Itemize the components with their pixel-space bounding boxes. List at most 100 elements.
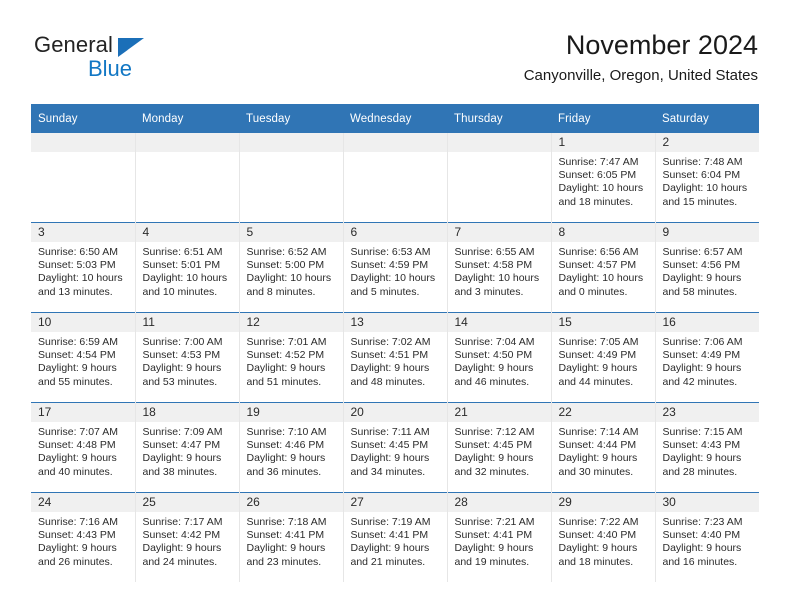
daylight-text-line1: Daylight: 9 hours [350,542,430,555]
day-cell: 30 Sunrise: 7:23 AM Sunset: 4:40 PM Dayligh… [655,493,759,582]
calendar-cell-day[interactable]: 19 Sunrise: 7:10 AM Sunset: 4:46 PM Dayligh… [239,402,344,493]
daylight-text-line2: and 18 minutes. [558,555,634,568]
day-number: 28 [447,493,551,512]
calendar-cell-day[interactable]: 14 Sunrise: 7:04 AM Sunset: 4:50 PM Dayligh… [447,312,552,403]
calendar-cell-day[interactable]: 24 Sunrise: 7:16 AM Sunset: 4:43 PM Dayligh… [31,492,136,582]
sunset-text: Sunset: 4:52 PM [246,349,325,362]
calendar-cell-day[interactable]: 27 Sunrise: 7:19 AM Sunset: 4:41 PM Dayligh… [343,492,448,582]
daylight-text-line2: and 32 minutes. [454,465,530,478]
calendar-cell-day[interactable]: 26 Sunrise: 7:18 AM Sunset: 4:41 PM Dayligh… [239,492,344,582]
calendar-cell-day[interactable]: 8 Sunrise: 6:56 AM Sunset: 4:57 PM Daylight… [551,222,656,313]
page-header: General Blue November 2024 Canyonville, … [0,0,792,100]
calendar-cell-day[interactable]: 12 Sunrise: 7:01 AM Sunset: 4:52 PM Dayligh… [239,312,344,403]
day-cell: 6 Sunrise: 6:53 AM Sunset: 4:59 PM Daylight… [343,223,447,312]
daylight-text-line1: Daylight: 9 hours [38,542,117,555]
calendar-cell-day[interactable]: 30 Sunrise: 7:23 AM Sunset: 4:40 PM Dayligh… [655,492,759,582]
sun-info: Sunrise: 7:05 AM Sunset: 4:49 PM Daylight:… [552,332,655,389]
day-number: 22 [551,403,655,422]
daylight-text-line1: Daylight: 9 hours [142,542,222,555]
sun-info: Sunrise: 7:47 AM Sunset: 6:05 PM Daylight:… [552,152,655,209]
weekday-header-wednesday: Wednesday [343,104,447,133]
sunset-text: Sunset: 5:01 PM [142,259,221,272]
calendar-cell-day[interactable]: 13 Sunrise: 7:02 AM Sunset: 4:51 PM Dayligh… [343,312,448,403]
sunset-text: Sunset: 4:59 PM [350,259,429,272]
calendar-cell-day[interactable]: 7 Sunrise: 6:55 AM Sunset: 4:58 PM Daylight… [447,222,552,313]
daylight-text-line2: and 3 minutes. [454,285,524,298]
sunset-text: Sunset: 4:46 PM [246,439,325,452]
sunrise-text: Sunrise: 7:09 AM [142,426,223,438]
calendar-cell-day[interactable]: 17 Sunrise: 7:07 AM Sunset: 4:48 PM Dayligh… [31,402,136,493]
weekday-header-monday: Monday [135,104,239,133]
daylight-text-line2: and 53 minutes. [142,375,218,388]
calendar-cell-empty [135,133,240,223]
sun-info: Sunrise: 6:59 AM Sunset: 4:54 PM Daylight:… [31,332,135,389]
calendar-cell-day[interactable]: 28 Sunrise: 7:21 AM Sunset: 4:41 PM Dayligh… [447,492,552,582]
day-cell: 27 Sunrise: 7:19 AM Sunset: 4:41 PM Dayligh… [343,493,447,582]
calendar-cell-day[interactable]: 4 Sunrise: 6:51 AM Sunset: 5:01 PM Daylight… [135,222,240,313]
day-cell: 1 Sunrise: 7:47 AM Sunset: 6:05 PM Daylight… [551,133,655,222]
calendar-cell-day[interactable]: 22 Sunrise: 7:14 AM Sunset: 4:44 PM Dayligh… [551,402,656,493]
calendar-cell-day[interactable]: 10 Sunrise: 6:59 AM Sunset: 4:54 PM Dayligh… [31,312,136,403]
daylight-text-line2: and 26 minutes. [38,555,113,568]
calendar-cell-day[interactable]: 6 Sunrise: 6:53 AM Sunset: 4:59 PM Daylight… [343,222,448,313]
sunrise-text: Sunrise: 7:15 AM [662,426,743,438]
sunrise-text: Sunrise: 7:22 AM [558,516,639,528]
calendar-cell-day[interactable]: 3 Sunrise: 6:50 AM Sunset: 5:03 PM Daylight… [31,222,136,313]
daylight-text-line2: and 58 minutes. [662,285,738,298]
sun-info: Sunrise: 7:16 AM Sunset: 4:43 PM Daylight:… [31,512,135,569]
day-cell: 3 Sunrise: 6:50 AM Sunset: 5:03 PM Daylight… [31,223,135,312]
sunrise-text: Sunrise: 7:00 AM [142,336,223,348]
calendar-cell-day[interactable]: 20 Sunrise: 7:11 AM Sunset: 4:45 PM Dayligh… [343,402,448,493]
sun-info: Sunrise: 6:50 AM Sunset: 5:03 PM Daylight:… [31,242,135,299]
day-number: 10 [31,313,135,332]
sun-info: Sunrise: 6:56 AM Sunset: 4:57 PM Daylight:… [552,242,655,299]
calendar-cell-day[interactable]: 29 Sunrise: 7:22 AM Sunset: 4:40 PM Dayligh… [551,492,656,582]
weekday-header-thursday: Thursday [447,104,551,133]
daylight-text-line1: Daylight: 10 hours [662,182,748,195]
daylight-text-line1: Daylight: 9 hours [662,362,742,375]
daylight-text-line2: and 28 minutes. [662,465,738,478]
sunset-text: Sunset: 5:00 PM [246,259,325,272]
page-title: November 2024 [565,30,758,60]
sunrise-text: Sunrise: 7:23 AM [662,516,743,528]
sunset-text: Sunset: 4:43 PM [662,439,741,452]
calendar-cell-day[interactable]: 5 Sunrise: 6:52 AM Sunset: 5:00 PM Daylight… [239,222,344,313]
day-number: 30 [655,493,759,512]
daylight-text-line2: and 34 minutes. [350,465,426,478]
calendar-cell-day[interactable]: 2 Sunrise: 7:48 AM Sunset: 6:04 PM Daylight… [655,133,759,223]
calendar-cell-day[interactable]: 11 Sunrise: 7:00 AM Sunset: 4:53 PM Dayligh… [135,312,240,403]
sun-info: Sunrise: 7:12 AM Sunset: 4:45 PM Daylight:… [448,422,551,479]
day-cell: 10 Sunrise: 6:59 AM Sunset: 4:54 PM Dayligh… [31,313,135,402]
daylight-text-line1: Daylight: 10 hours [38,272,123,285]
general-blue-logo[interactable]: General Blue [34,33,224,85]
sun-info: Sunrise: 7:04 AM Sunset: 4:50 PM Daylight:… [448,332,551,389]
day-number: 29 [551,493,655,512]
calendar-cell-day[interactable]: 21 Sunrise: 7:12 AM Sunset: 4:45 PM Dayligh… [447,402,552,493]
daylight-text-line1: Daylight: 10 hours [350,272,436,285]
calendar-cell-empty [447,133,552,223]
day-cell: 26 Sunrise: 7:18 AM Sunset: 4:41 PM Dayligh… [239,493,343,582]
daylight-text-line1: Daylight: 9 hours [454,542,534,555]
calendar-cell-day[interactable]: 18 Sunrise: 7:09 AM Sunset: 4:47 PM Dayligh… [135,402,240,493]
sunrise-text: Sunrise: 6:50 AM [38,246,118,258]
day-number: 8 [551,223,655,242]
calendar-cell-day[interactable]: 15 Sunrise: 7:05 AM Sunset: 4:49 PM Dayligh… [551,312,656,403]
daylight-text-line2: and 36 minutes. [246,465,322,478]
day-cell [447,133,551,222]
day-cell: 25 Sunrise: 7:17 AM Sunset: 4:42 PM Dayligh… [135,493,239,582]
daylight-text-line1: Daylight: 9 hours [38,452,117,465]
sunrise-text: Sunrise: 7:07 AM [38,426,118,438]
calendar-cell-day[interactable]: 1 Sunrise: 7:47 AM Sunset: 6:05 PM Daylight… [551,133,656,223]
calendar-cell-day[interactable]: 23 Sunrise: 7:15 AM Sunset: 4:43 PM Dayligh… [655,402,759,493]
day-cell: 18 Sunrise: 7:09 AM Sunset: 4:47 PM Dayligh… [135,403,239,492]
daylight-text-line1: Daylight: 9 hours [662,542,742,555]
calendar-cell-day[interactable]: 9 Sunrise: 6:57 AM Sunset: 4:56 PM Daylight… [655,222,759,313]
calendar-cell-empty [239,133,344,223]
calendar-cell-day[interactable]: 25 Sunrise: 7:17 AM Sunset: 4:42 PM Dayligh… [135,492,240,582]
daylight-text-line1: Daylight: 9 hours [350,452,430,465]
sunrise-text: Sunrise: 7:02 AM [350,336,431,348]
daylight-text-line1: Daylight: 9 hours [142,452,222,465]
daylight-text-line2: and 10 minutes. [142,285,218,298]
calendar-cell-day[interactable]: 16 Sunrise: 7:06 AM Sunset: 4:49 PM Dayligh… [655,312,759,403]
day-number [343,133,447,152]
